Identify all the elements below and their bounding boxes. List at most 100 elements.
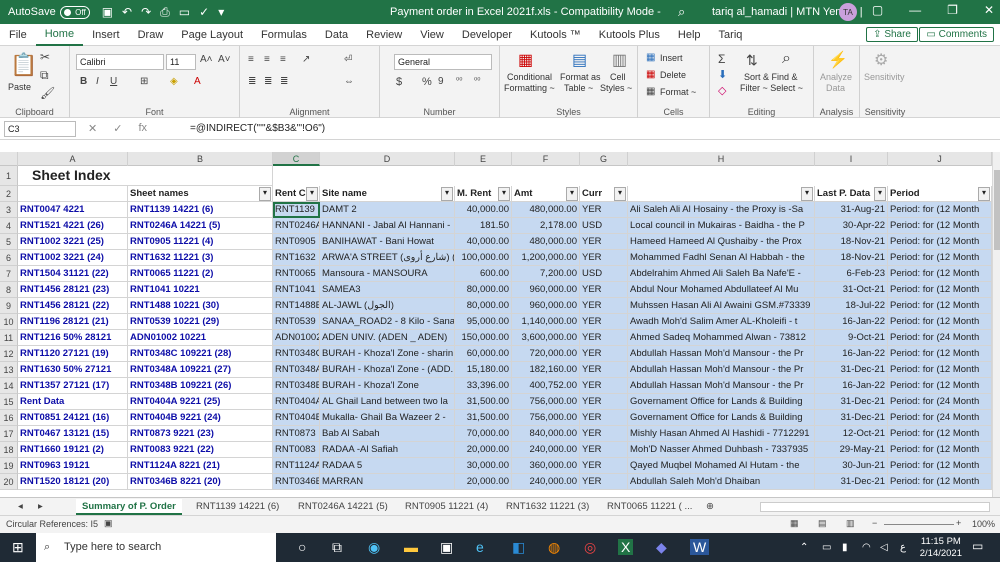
cell-currency[interactable]: YER [580,346,628,362]
sheet-index-title[interactable]: Sheet Index [18,166,273,186]
percent-icon[interactable]: % [422,76,432,88]
sensitivity-icon[interactable]: ⚙ [874,50,888,70]
cell-monthly-rent[interactable]: 95,000.00 [455,314,512,330]
row-header[interactable]: 5 [0,234,18,250]
sheet-tab[interactable]: RNT0246A 14221 (5) [298,499,388,515]
cell-amount[interactable]: 480,000.00 [512,202,580,218]
bold-icon[interactable]: B [80,76,87,87]
formula-input[interactable]: =@INDIRECT("'"&$B3&"'!O6") [190,123,325,134]
insert-function-icon[interactable]: fx [138,122,147,135]
row-header[interactable]: 11 [0,330,18,346]
cell-currency[interactable]: USD [580,266,628,282]
cell-sheet-link[interactable]: RNT1120 27121 (19) [18,346,128,362]
cell-period[interactable]: Period: for (12 Month [888,362,992,378]
cell[interactable] [18,186,128,202]
cell-rent-code[interactable]: ADN01002 [273,330,320,346]
top-align-icon[interactable]: ≡ [248,54,254,65]
paste-icon[interactable]: 📋 [10,52,37,78]
cell-site-name[interactable]: Mansoura - MANSOURA [320,266,455,282]
cell-rent-code[interactable]: RNT0404A [273,394,320,410]
outlook-icon[interactable]: ◧ [512,539,525,556]
cell-period[interactable]: Period: for (12 Month [888,346,992,362]
undo-icon[interactable]: ↶ [122,5,132,20]
cell-landlord[interactable]: Qayed Muqbel Mohamed Al Hutam - the [628,458,815,474]
cell-monthly-rent[interactable]: 80,000.00 [455,298,512,314]
cell-period[interactable]: Period: for (12 Month [888,458,992,474]
decrease-decimal-icon[interactable]: ⁰⁰ [474,76,480,85]
word-icon[interactable]: W [690,539,710,555]
cell-sheet-name[interactable]: RNT0083 9221 (22) [128,442,273,458]
cell-sheet-link[interactable]: RNT1660 19121 (2) [18,442,128,458]
cell-site-name[interactable]: BURAH - Khoza'l Zone - sharin [320,346,455,362]
header-monthly-rent[interactable]: M. Rent [455,186,512,202]
save-icon[interactable]: ▣ [102,5,113,20]
cell-site-name[interactable]: SAMEA3 [320,282,455,298]
scroll-thumb[interactable] [994,170,1000,250]
format-cells-icon[interactable]: ▦ [646,86,655,97]
column-header-f[interactable]: F [512,152,580,166]
align-center-icon[interactable]: ≣ [264,76,272,87]
row-header[interactable]: 13 [0,362,18,378]
column-header-b[interactable]: B [128,152,273,166]
insert-label[interactable]: Insert [660,53,683,63]
format-as-table-icon[interactable]: ▤ [572,50,587,70]
analyze-label[interactable]: Analyze [820,72,852,82]
column-header-i[interactable]: I [815,152,888,166]
font-color-icon[interactable]: A [194,76,201,87]
cell-last-payment-date[interactable]: 16-Jan-22 [815,314,888,330]
internet-explorer-icon[interactable]: e [476,539,484,555]
cell-sheet-link[interactable]: RNT0851 24121 (16) [18,410,128,426]
cell-period[interactable]: Period: for (24 Month [888,394,992,410]
cell-last-payment-date[interactable]: 30-Jun-21 [815,458,888,474]
cell-period[interactable]: Period: for (12 Month [888,266,992,282]
zoom-out-icon[interactable]: − [872,518,877,528]
cell-sheet-link[interactable]: RNT1520 18121 (20) [18,474,128,490]
cell-sheet-link[interactable]: RNT1002 3221 (25) [18,234,128,250]
sheet-tab[interactable]: RNT0065 11221 ( ... [607,499,692,515]
cell-landlord[interactable]: Mohammed Fadhl Senan Al Habbah - the [628,250,815,266]
cell-sheet-name[interactable]: RNT0539 10221 (29) [128,314,273,330]
tab-insert[interactable]: Insert [83,29,129,41]
sensitivity-button-label[interactable]: Sensitivity [864,72,905,82]
cell-period[interactable]: Period: for (12 Month [888,282,992,298]
cell-currency[interactable]: YER [580,362,628,378]
cell-landlord[interactable]: Abdelrahim Ahmed Ali Saleh Ba Nafe'E - [628,266,815,282]
cell-sheet-link[interactable]: RNT1630 50% 27121 [18,362,128,378]
cell-landlord[interactable]: Ahmed Sadeq Mohammed Alwan - 73812 [628,330,815,346]
cell-monthly-rent[interactable]: 31,500.00 [455,394,512,410]
network-icon[interactable]: ▭ [822,542,831,553]
cell-period[interactable]: Period: for (12 Month [888,298,992,314]
sheet-tab[interactable]: RNT1139 14221 (6) [196,499,279,515]
row-header[interactable]: 20 [0,474,18,490]
cell-amount[interactable]: 840,000.00 [512,426,580,442]
header-site-name[interactable]: Site name [320,186,455,202]
cell-currency[interactable]: YER [580,410,628,426]
teams-icon[interactable]: ◆ [656,539,667,556]
cell-currency[interactable]: YER [580,458,628,474]
header-last-payment-date[interactable]: Last P. Data [815,186,888,202]
underline-icon[interactable]: U [110,76,117,87]
align-left-icon[interactable]: ≣ [248,76,256,87]
header-amount[interactable]: Amt [512,186,580,202]
row-header[interactable]: 7 [0,266,18,282]
cell-last-payment-date[interactable]: 31-Dec-21 [815,474,888,490]
sort-find-label[interactable]: Sort & Find & [744,72,798,82]
format-painter-icon[interactable]: 🖌 [40,86,55,100]
volume-icon[interactable]: ◁ [880,542,888,553]
table-label[interactable]: Table ~ [564,83,593,93]
cell-site-name[interactable]: RADAA -Al Safiah [320,442,455,458]
cell-rent-code[interactable]: RNT0404B [273,410,320,426]
analyze-data-icon[interactable]: ⚡ [828,50,848,70]
cell-rent-code[interactable]: RNT0065 [273,266,320,282]
cell-amount[interactable]: 3,600,000.00 [512,330,580,346]
cell-rent-code[interactable]: RNT0873 [273,426,320,442]
name-box[interactable]: C3 [4,121,76,137]
conditional-label[interactable]: Conditional [507,72,552,82]
fill-icon[interactable]: ⬇ [718,68,727,81]
cell-landlord[interactable]: Mishly Hasan Ahmed Al Hashidi - 7712291 [628,426,815,442]
cortana-icon[interactable]: ○ [298,539,306,555]
format-as-label[interactable]: Format as [560,72,601,82]
delete-cells-icon[interactable]: ▦ [646,69,655,80]
font-name-select[interactable]: Calibri [76,54,164,70]
borders-icon[interactable]: ⊞ [140,76,148,87]
